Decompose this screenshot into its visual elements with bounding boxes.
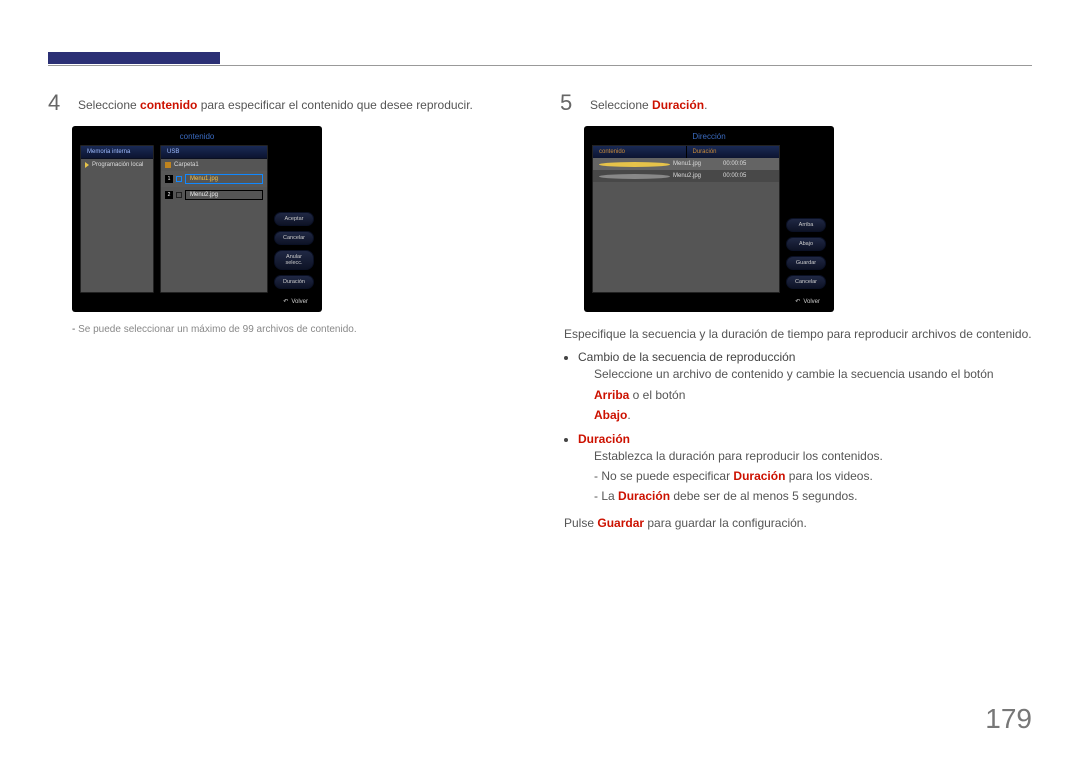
panel-head: Memoria interna (81, 146, 153, 159)
t-bold: Guardar (597, 516, 644, 530)
thumb-icon (176, 192, 182, 198)
bullet-list: Cambio de la secuencia de reproducción S… (578, 350, 1032, 506)
step-number: 5 (560, 92, 578, 114)
head-duracion: Duración (687, 146, 780, 158)
step-text: Seleccione contenido para especificar el… (78, 92, 473, 114)
screen-title: Dirección (584, 126, 834, 145)
b-text: Cambio de la secuencia de reproducción (578, 350, 795, 364)
t-bold: Duración (652, 98, 704, 112)
page-number: 179 (985, 703, 1032, 735)
step-number: 4 (48, 92, 66, 114)
triangle-icon (85, 162, 89, 168)
side-buttons: Aceptar Cancelar Anular selecc. Duración (274, 145, 314, 293)
head-contenido: contenido (593, 146, 687, 158)
cell-name: Menu2.jpg (673, 173, 723, 179)
t: No se puede especificar (601, 469, 733, 483)
paragraph: Pulse Guardar para guardar la configurac… (564, 513, 1032, 533)
panel-memoria: Memoria interna Programación local (80, 145, 154, 293)
panel-duracion: contenido Duración Menu1.jpg 00:00:05 Me… (592, 145, 780, 293)
btn-cancelar: Cancelar (786, 275, 826, 289)
t-bold: Abajo (594, 408, 627, 422)
screenshot-contenido: contenido Memoria interna Programación l… (72, 126, 322, 312)
step-5: 5 Seleccione Duración. (560, 92, 1032, 114)
t: Pulse (564, 516, 597, 530)
index-badge: 2 (165, 191, 173, 199)
b-bold: Duración (578, 432, 630, 446)
footer-volver: Volver (72, 293, 322, 306)
column-right: 5 Seleccione Duración. Dirección conteni… (560, 92, 1032, 533)
volver-label: Volver (291, 299, 308, 305)
screenshot-direccion: Dirección contenido Duración Menu1.jpg 0… (584, 126, 834, 312)
sub-dash: La Duración debe ser de al menos 5 segun… (594, 486, 1032, 506)
t: Seleccione un archivo de contenido y cam… (594, 367, 994, 381)
bullet: Cambio de la secuencia de reproducción S… (578, 350, 1032, 425)
panel-head: USB (161, 146, 267, 159)
screen-title: contenido (72, 126, 322, 145)
sub-text: Seleccione un archivo de contenido y cam… (594, 364, 1032, 425)
table-row: Menu1.jpg 00:00:05 (593, 158, 779, 170)
folder-row: Carpeta1 (161, 159, 267, 171)
thumb-icon (176, 176, 182, 182)
panel-heads: contenido Duración (593, 146, 779, 158)
header-accent (48, 52, 220, 64)
t: . (704, 98, 707, 112)
t-bold: Duración (618, 489, 670, 503)
column-left: 4 Seleccione contenido para especificar … (48, 92, 520, 533)
cell-dur: 00:00:05 (723, 161, 773, 167)
side-buttons: Arriba Abajo Guardar Cancelar (786, 145, 826, 293)
volver-label: Volver (803, 299, 820, 305)
step-4: 4 Seleccione contenido para especificar … (48, 92, 520, 114)
btn-abajo: Abajo (786, 237, 826, 251)
btn-aceptar: Aceptar (274, 212, 314, 226)
label: Programación local (92, 162, 143, 168)
dot-icon (599, 162, 670, 167)
cell-name: Menu1.jpg (673, 161, 723, 167)
btn-cancelar: Cancelar (274, 231, 314, 245)
t: Seleccione (590, 98, 652, 112)
btn-guardar: Guardar (786, 256, 826, 270)
cell-dur: 00:00:05 (723, 173, 773, 179)
sub-text: Establezca la duración para reproducir l… (594, 446, 1032, 466)
t: para especificar el contenido que desee … (197, 98, 473, 112)
btn-duracion: Duración (274, 275, 314, 289)
note-max-files: Se puede seleccionar un máximo de 99 arc… (72, 324, 520, 335)
paragraph: Especifique la secuencia y la duración d… (564, 324, 1032, 344)
file-row: 2 Menu2.jpg (161, 187, 267, 203)
file-name: Menu1.jpg (185, 174, 263, 184)
panel-usb: USB Carpeta1 1 Menu1.jpg 2 Menu2.jpg (160, 145, 268, 293)
t: o el botón (629, 388, 685, 402)
t: debe ser de al menos 5 segundos. (670, 489, 857, 503)
file-row-selected: 1 Menu1.jpg (161, 171, 267, 187)
bullet: Duración Establezca la duración para rep… (578, 432, 1032, 507)
t: . (627, 408, 630, 422)
sub-dash: No se puede especificar Duración para lo… (594, 466, 1032, 486)
index-badge: 1 (165, 175, 173, 183)
folder-label: Carpeta1 (174, 162, 199, 168)
folder-icon (165, 162, 171, 168)
footer-volver: Volver (584, 293, 834, 306)
btn-anular: Anular selecc. (274, 250, 314, 270)
two-column-layout: 4 Seleccione contenido para especificar … (48, 92, 1032, 533)
dot-icon (599, 174, 670, 179)
t: para los videos. (785, 469, 872, 483)
t-bold: Arriba (594, 388, 629, 402)
t: para guardar la configuración. (644, 516, 807, 530)
table-row: Menu2.jpg 00:00:05 (593, 170, 779, 182)
file-name: Menu2.jpg (185, 190, 263, 200)
t-bold: contenido (140, 98, 197, 112)
t-bold: Duración (733, 469, 785, 483)
t: Seleccione (78, 98, 140, 112)
step-text: Seleccione Duración. (590, 92, 707, 114)
btn-arriba: Arriba (786, 218, 826, 232)
list-item: Programación local (81, 159, 153, 171)
t: La (601, 489, 618, 503)
